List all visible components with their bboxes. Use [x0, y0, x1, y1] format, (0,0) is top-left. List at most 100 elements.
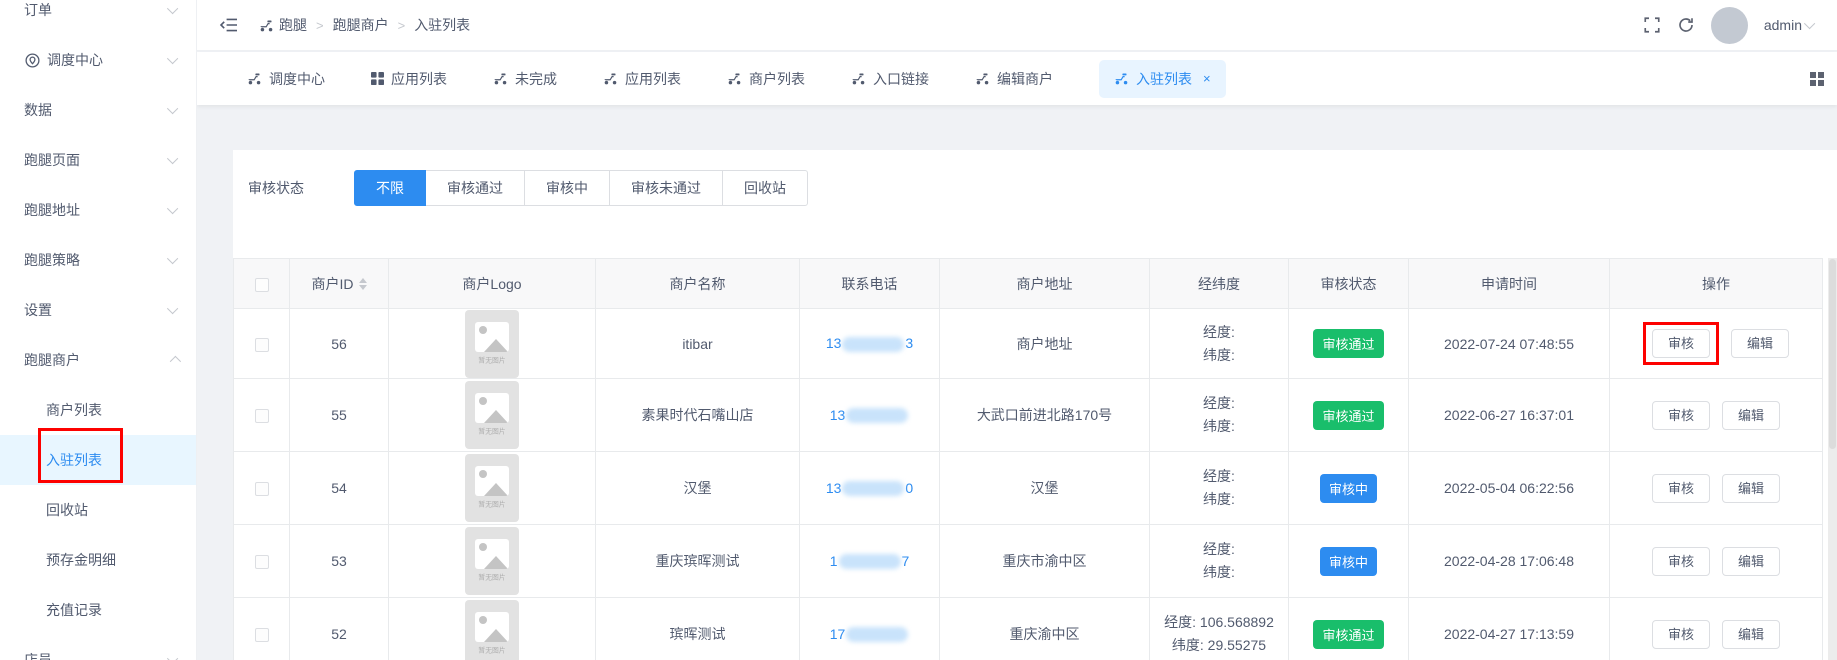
table-row: 55 暂无图片 素果时代石嘴山店 13 大武口前进北路170号 经度:纬度: 审… [234, 379, 1823, 452]
breadcrumb-section[interactable]: 跑腿商户 [333, 15, 389, 35]
refresh-icon[interactable] [1677, 16, 1695, 34]
sidebar-item-entry-list[interactable]: 入驻列表 [0, 435, 196, 485]
sidebar-item-errand-address[interactable]: 跑腿地址 [0, 185, 196, 235]
tab-dispatch-center[interactable]: 调度中心 [247, 69, 325, 89]
sidebar: 订单 调度中心 数据 跑腿页面 跑腿地址 跑腿策略 [0, 0, 197, 660]
location-icon [24, 52, 41, 69]
review-button[interactable]: 审核 [1652, 401, 1710, 430]
filter-button-recycle[interactable]: 回收站 [722, 170, 808, 206]
merchant-address: 重庆渝中区 [940, 598, 1150, 660]
review-button[interactable]: 审核 [1652, 620, 1710, 649]
tab-edit-merchant[interactable]: 编辑商户 [975, 69, 1053, 89]
review-button[interactable]: 审核 [1652, 474, 1710, 503]
image-icon [475, 539, 509, 569]
sidebar-item-data[interactable]: 数据 [0, 85, 196, 135]
image-icon [475, 466, 509, 496]
edit-button[interactable]: 编辑 [1722, 401, 1780, 430]
image-icon [475, 393, 509, 423]
merchant-id: 56 [290, 309, 389, 379]
merchant-address: 重庆市渝中区 [940, 525, 1150, 598]
select-all-checkbox[interactable] [255, 278, 269, 292]
sort-icon[interactable] [359, 278, 367, 290]
table-row: 52 暂无图片 瑸晖测试 17 重庆渝中区 经度: 106.568892纬度: … [234, 598, 1823, 660]
sidebar-item-settings[interactable]: 设置 [0, 285, 196, 335]
breadcrumb-root[interactable]: 跑腿 [259, 15, 307, 35]
sidebar-item-deposit-details[interactable]: 预存金明细 [0, 535, 196, 585]
phone-link[interactable]: 17 [830, 553, 910, 569]
user-menu[interactable]: admin [1764, 17, 1815, 33]
row-checkbox[interactable] [255, 482, 269, 496]
filter-button-reviewing[interactable]: 审核中 [524, 170, 610, 206]
image-icon [475, 612, 509, 642]
blurred-digits [846, 627, 908, 642]
sidebar-item-errand-strategy[interactable]: 跑腿策略 [0, 235, 196, 285]
tab-entry-list-active[interactable]: 入驻列表 × [1099, 60, 1226, 98]
sidebar-item-orders[interactable]: 订单 [0, 0, 196, 35]
edit-button[interactable]: 编辑 [1722, 620, 1780, 649]
close-icon[interactable]: × [1203, 71, 1211, 86]
tab-merchant-list[interactable]: 商户列表 [727, 69, 805, 89]
edit-button[interactable]: 编辑 [1722, 474, 1780, 503]
sidebar-item-staff[interactable]: 店员 [0, 635, 196, 660]
apply-time: 2022-04-28 17:06:48 [1409, 525, 1610, 598]
sidebar-item-merchant-list[interactable]: 商户列表 [0, 385, 196, 435]
breadcrumb: 跑腿 > 跑腿商户 > 入驻列表 [259, 15, 470, 35]
sidebar-item-dispatch-center[interactable]: 调度中心 [0, 35, 196, 85]
filter-button-all[interactable]: 不限 [354, 170, 426, 206]
tab-entry-link[interactable]: 入口链接 [851, 69, 929, 89]
fullscreen-icon[interactable] [1643, 16, 1661, 34]
phone-link[interactable]: 133 [826, 335, 913, 351]
edit-button[interactable]: 编辑 [1722, 547, 1780, 576]
chevron-down-icon [1804, 18, 1815, 29]
row-checkbox[interactable] [255, 338, 269, 352]
status-badge: 审核通过 [1313, 401, 1383, 430]
avatar[interactable] [1711, 7, 1748, 44]
scooter-icon [851, 71, 866, 86]
top-header: 跑腿 > 跑腿商户 > 入驻列表 admin [197, 0, 1837, 51]
content-card: 审核状态 不限 审核通过 审核中 审核未通过 回收站 商户ID 商户Logo 商… [233, 150, 1837, 660]
table-row: 56 暂无图片 itibar 133 商户地址 经度:纬度: 审核通过 2022… [234, 309, 1823, 379]
lat-lng: 经度: 106.568892纬度: 29.55275 [1150, 598, 1289, 660]
status-badge: 审核通过 [1313, 329, 1383, 358]
sidebar-item-recharge-records[interactable]: 充值记录 [0, 585, 196, 635]
sidebar-item-errand-pages[interactable]: 跑腿页面 [0, 135, 196, 185]
lat-lng: 经度:纬度: [1150, 309, 1289, 379]
filter-button-rejected[interactable]: 审核未通过 [609, 170, 723, 206]
lat-lng: 经度:纬度: [1150, 452, 1289, 525]
sidebar-item-errand-merchants[interactable]: 跑腿商户 [0, 335, 196, 385]
column-header: 审核状态 [1289, 259, 1409, 309]
column-header: 联系电话 [800, 259, 940, 309]
apply-time: 2022-04-27 17:13:59 [1409, 598, 1610, 660]
phone-link[interactable]: 13 [830, 407, 910, 423]
edit-button[interactable]: 编辑 [1731, 329, 1789, 358]
merchant-id: 53 [290, 525, 389, 598]
review-button[interactable]: 审核 [1652, 547, 1710, 576]
scooter-icon [493, 71, 508, 86]
merchant-logo-placeholder: 暂无图片 [465, 310, 519, 378]
tab-app-list-2[interactable]: 应用列表 [603, 69, 681, 89]
column-header: 申请时间 [1409, 259, 1610, 309]
column-header: 操作 [1610, 259, 1823, 309]
row-checkbox[interactable] [255, 409, 269, 423]
row-checkbox[interactable] [255, 555, 269, 569]
merchant-id: 52 [290, 598, 389, 660]
scooter-icon [1114, 71, 1129, 86]
column-header: 商户地址 [940, 259, 1150, 309]
filter-button-group: 不限 审核通过 审核中 审核未通过 回收站 [354, 170, 808, 206]
filter-button-approved[interactable]: 审核通过 [425, 170, 525, 206]
phone-link[interactable]: 130 [826, 480, 913, 496]
tab-unfinished[interactable]: 未完成 [493, 69, 557, 89]
scooter-icon [727, 71, 742, 86]
blurred-digits [846, 408, 908, 423]
review-button[interactable]: 审核 [1652, 329, 1710, 358]
menu-fold-icon[interactable] [219, 17, 239, 33]
sidebar-item-recycle-bin[interactable]: 回收站 [0, 485, 196, 535]
phone-link[interactable]: 17 [830, 626, 910, 642]
table-scrollbar[interactable] [1828, 258, 1837, 660]
row-checkbox[interactable] [255, 628, 269, 642]
tab-options-icon[interactable] [1810, 72, 1824, 86]
scrollbar-thumb[interactable] [1829, 259, 1836, 449]
tab-app-list-1[interactable]: 应用列表 [371, 69, 447, 89]
merchant-id: 55 [290, 379, 389, 452]
scooter-icon [259, 18, 274, 33]
